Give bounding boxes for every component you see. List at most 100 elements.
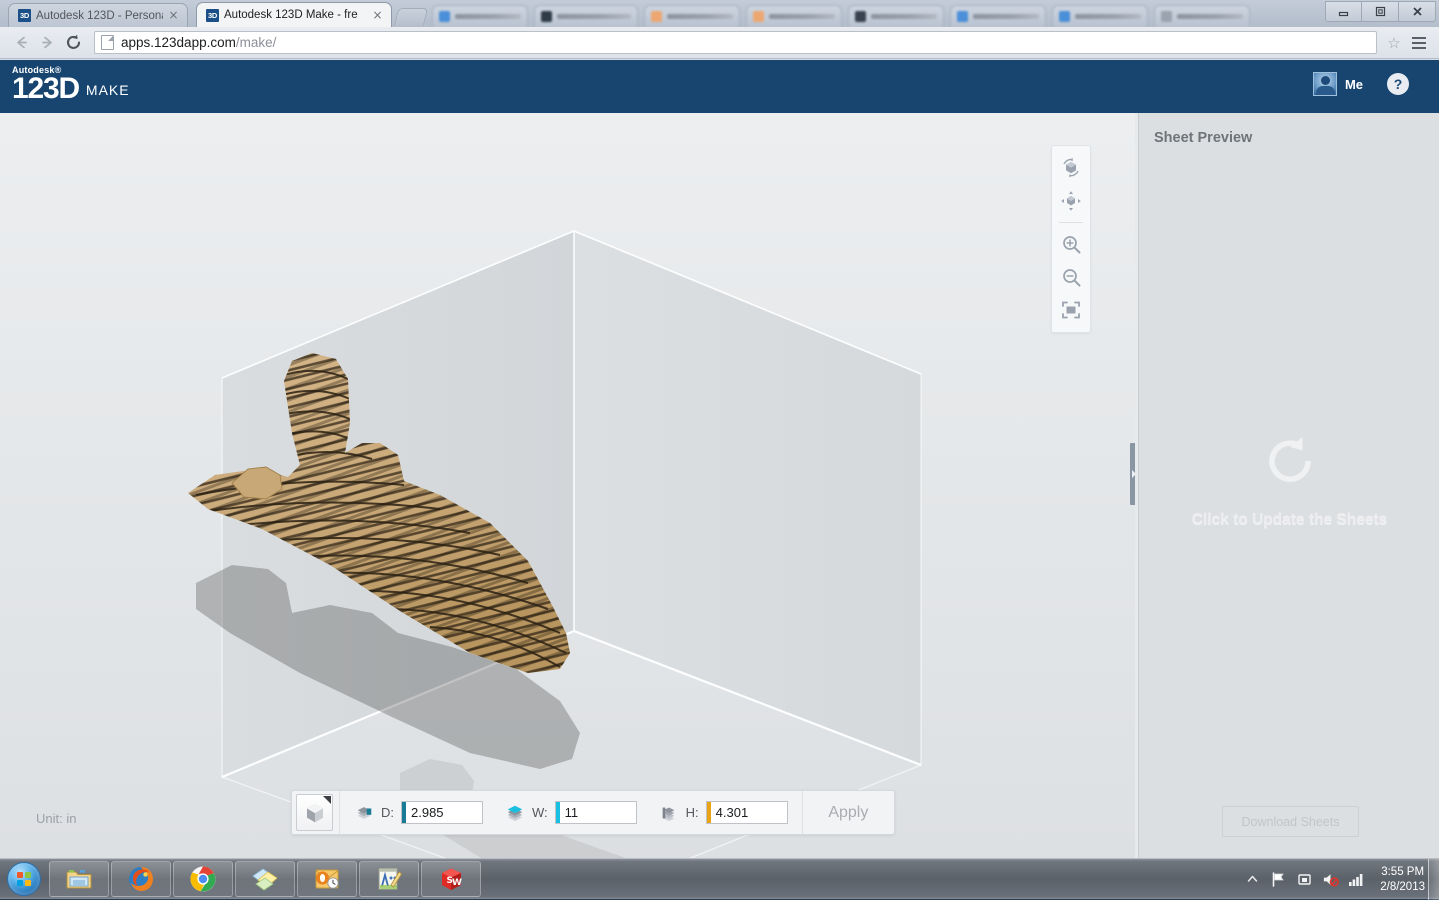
bookmark-star-icon[interactable]: ☆ xyxy=(1383,32,1405,54)
firefox-icon xyxy=(127,865,155,893)
sheet-preview-body[interactable]: Click to Update the Sheets xyxy=(1139,161,1439,801)
height-input[interactable]: 4.301 xyxy=(706,801,788,824)
height-field-group: H: 4.301 xyxy=(645,801,796,824)
taskbar-clock[interactable]: 3:55 PM 2/8/2013 xyxy=(1380,865,1425,894)
height-value: 4.301 xyxy=(711,805,749,820)
unit-label: Unit: in xyxy=(36,811,76,826)
restore-icon xyxy=(1374,5,1387,18)
viewport-navigation-toolbar xyxy=(1051,145,1091,333)
new-tab-button[interactable] xyxy=(394,8,428,26)
depth-input[interactable]: 2.985 xyxy=(401,801,483,824)
browser-tab-blurred-4[interactable] xyxy=(746,5,842,27)
minimize-button[interactable] xyxy=(1325,1,1362,22)
close-icon[interactable]: × xyxy=(372,10,383,21)
zoom-in-icon[interactable] xyxy=(1056,229,1086,259)
clock-date: 2/8/2013 xyxy=(1380,880,1425,894)
url-text: apps.123dapp.com/make/ xyxy=(121,35,276,50)
clock-time: 3:55 PM xyxy=(1380,865,1425,879)
start-button[interactable] xyxy=(1,860,47,898)
tab-title: Autodesk 123D - Personal xyxy=(36,10,163,22)
back-button[interactable] xyxy=(8,30,34,56)
app-logo[interactable]: Autodesk® 123D MAKE ⱟ xyxy=(12,66,137,102)
address-bar[interactable]: apps.123dapp.com/make/ xyxy=(94,31,1377,54)
bounding-box-button[interactable] xyxy=(296,794,333,831)
logo-mark: Autodesk® 123D xyxy=(12,66,79,102)
apply-button[interactable]: Apply xyxy=(803,804,894,822)
height-label: H: xyxy=(686,805,699,820)
taskbar-item-sticky-notes[interactable] xyxy=(235,861,295,897)
sticky-notes-icon xyxy=(251,866,279,892)
forward-button[interactable] xyxy=(34,30,60,56)
url-path: /make/ xyxy=(236,35,277,50)
depth-value: 2.985 xyxy=(406,805,444,820)
logo-123d-text: 123D xyxy=(12,76,79,102)
height-stack-icon xyxy=(659,803,679,823)
tab-favicon-icon: 3D xyxy=(206,9,219,22)
width-input[interactable]: 11 xyxy=(555,801,637,824)
depth-field-group: D: 2.985 xyxy=(340,801,491,824)
account-name: Me xyxy=(1345,77,1363,92)
browser-tab-blurred-6[interactable] xyxy=(950,5,1046,27)
show-hidden-icons-icon[interactable] xyxy=(1244,871,1261,888)
tab-favicon-icon xyxy=(439,11,450,22)
tab-title xyxy=(455,14,521,19)
close-icon[interactable]: × xyxy=(168,10,179,21)
account-menu[interactable]: Me ⱟ xyxy=(1313,72,1371,96)
work-area: Unit: in xyxy=(0,113,1439,858)
show-desktop-button[interactable] xyxy=(1428,859,1439,900)
tab-title: Autodesk 123D Make - fre xyxy=(224,9,367,21)
sheet-preview-panel: Sheet Preview Click to Update the Sheets… xyxy=(1138,113,1439,858)
width-label: W: xyxy=(532,805,548,820)
browser-tab-blurred-5[interactable] xyxy=(848,5,944,27)
browser-tab-blurred-7[interactable] xyxy=(1052,5,1148,27)
windows-taskbar: S W xyxy=(0,858,1439,899)
browser-toolbar: apps.123dapp.com/make/ ☆ xyxy=(0,27,1439,59)
tab-favicon-icon xyxy=(855,11,866,22)
header-right-group: Me ⱟ ? ⱟ xyxy=(1313,72,1421,96)
taskbar-item-microsoft-outlook[interactable] xyxy=(297,861,357,897)
action-center-flag-icon[interactable] xyxy=(1270,871,1287,888)
solidworks-icon: S W xyxy=(437,866,465,892)
tab-title xyxy=(1177,14,1243,19)
page-document-icon xyxy=(101,35,114,50)
tab-favicon-icon: 3D xyxy=(18,9,31,22)
download-sheets-button[interactable]: Download Sheets xyxy=(1222,806,1359,837)
taskbar-item-google-chrome[interactable] xyxy=(173,861,233,897)
svg-text:W: W xyxy=(452,878,462,888)
chrome-menu-icon[interactable] xyxy=(1407,31,1431,55)
restore-button[interactable] xyxy=(1362,1,1399,22)
width-field-group: W: 11 xyxy=(491,801,645,824)
taskbar-item-windows-explorer[interactable] xyxy=(49,861,109,897)
orbit-icon[interactable] xyxy=(1056,153,1086,183)
logo-make-text: MAKE xyxy=(86,82,130,102)
chevron-right-icon xyxy=(1132,470,1135,478)
notepad-plus-plus-icon xyxy=(375,866,403,892)
browser-tab-blurred-3[interactable] xyxy=(644,5,740,27)
taskbar-item-notepad-plus-plus[interactable] xyxy=(359,861,419,897)
network-icon[interactable] xyxy=(1296,871,1313,888)
zoom-out-icon[interactable] xyxy=(1056,262,1086,292)
panel-splitter-handle[interactable] xyxy=(1130,443,1135,505)
reload-button[interactable] xyxy=(60,30,86,56)
arrow-right-icon xyxy=(39,34,56,51)
browser-tab-1[interactable]: 3D Autodesk 123D - Personal × xyxy=(8,3,188,27)
taskbar-item-firefox[interactable] xyxy=(111,861,171,897)
browser-tab-blurred-1[interactable] xyxy=(432,5,528,27)
volume-muted-icon[interactable] xyxy=(1322,871,1339,888)
minimize-icon xyxy=(1337,5,1350,18)
window-controls xyxy=(1325,1,1436,22)
help-menu[interactable]: ? ⱟ xyxy=(1387,73,1421,95)
refresh-icon[interactable] xyxy=(1262,433,1318,489)
signal-strength-icon[interactable] xyxy=(1348,871,1365,888)
browser-tab-blurred-8[interactable] xyxy=(1154,5,1250,27)
browser-tab-blurred-2[interactable] xyxy=(534,5,638,27)
3d-viewport[interactable]: Unit: in xyxy=(0,113,1135,858)
close-button[interactable] xyxy=(1399,1,1436,22)
taskbar-item-solidworks[interactable]: S W xyxy=(421,861,481,897)
sheet-preview-title: Sheet Preview xyxy=(1154,130,1252,146)
reload-icon xyxy=(64,33,83,52)
pan-icon[interactable] xyxy=(1056,186,1086,216)
tab-title xyxy=(973,14,1039,19)
browser-tab-2[interactable]: 3D Autodesk 123D Make - fre × xyxy=(196,2,392,27)
fit-to-screen-icon[interactable] xyxy=(1056,295,1086,325)
